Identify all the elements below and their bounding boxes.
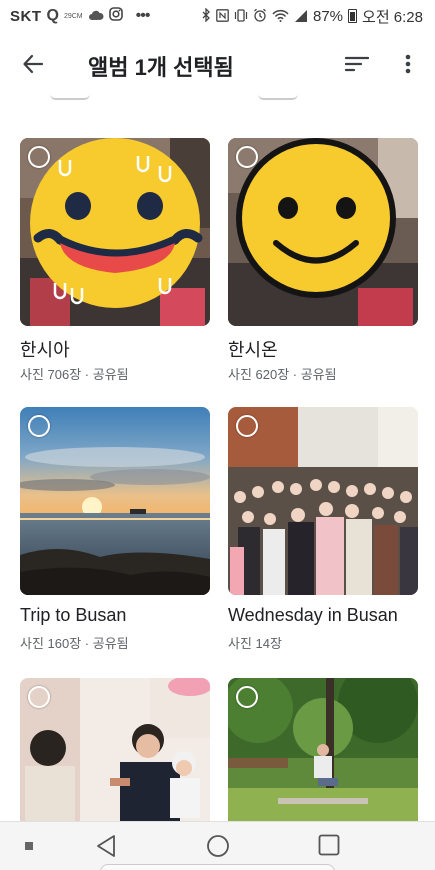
app-bar: 앨범 1개 선택됨 bbox=[0, 32, 435, 94]
select-circle[interactable] bbox=[28, 686, 50, 708]
album-thumbnail[interactable] bbox=[20, 138, 210, 326]
q-icon: Q bbox=[46, 7, 59, 24]
album-thumbnail[interactable] bbox=[20, 678, 210, 821]
album-card[interactable] bbox=[20, 678, 210, 821]
battery-icon bbox=[348, 9, 358, 23]
system-nav-bar bbox=[0, 821, 435, 870]
album-meta: 사진 160장 · 공유됨 bbox=[20, 636, 129, 651]
nfc-icon bbox=[216, 8, 229, 24]
clock: 오전 6:28 bbox=[362, 8, 423, 26]
more-options-button[interactable] bbox=[395, 49, 421, 79]
album-photo bbox=[228, 407, 418, 595]
more-dots-icon: ••• bbox=[135, 7, 151, 24]
select-circle[interactable] bbox=[28, 415, 50, 437]
gesture-handle bbox=[100, 864, 335, 870]
album-name: Trip to Busan bbox=[20, 605, 127, 625]
album-meta: 사진 706장 · 공유됨 bbox=[20, 367, 129, 382]
vibrate-icon bbox=[234, 8, 248, 24]
album-photo bbox=[20, 138, 210, 326]
bluetooth-icon bbox=[202, 7, 211, 24]
alarm-icon bbox=[253, 8, 267, 24]
arrow-back-icon bbox=[23, 54, 44, 74]
battery-percent: 87% bbox=[313, 7, 344, 25]
partial-previous-row bbox=[0, 94, 435, 106]
nav-overview-button[interactable] bbox=[318, 834, 340, 856]
album-card[interactable]: 한시아 사진 706장 · 공유됨 bbox=[20, 138, 210, 382]
select-circle[interactable] bbox=[236, 415, 258, 437]
album-thumbnail[interactable] bbox=[228, 678, 418, 821]
instagram-icon bbox=[108, 7, 123, 25]
album-name: 한시아 bbox=[20, 340, 70, 360]
album-card[interactable] bbox=[228, 678, 418, 821]
back-button[interactable] bbox=[18, 49, 48, 79]
album-thumbnail[interactable] bbox=[228, 407, 418, 595]
carrier-label: SKT bbox=[10, 7, 42, 25]
back-triangle-icon bbox=[97, 835, 115, 857]
overview-square-icon bbox=[318, 834, 340, 856]
album-card[interactable]: 한시온 사진 620장 · 공유됨 bbox=[228, 138, 418, 382]
sort-icon bbox=[345, 56, 369, 72]
album-photo bbox=[20, 407, 210, 595]
album-name: 한시온 bbox=[228, 340, 278, 360]
recents-small-button[interactable] bbox=[24, 841, 34, 851]
more-vert-icon bbox=[405, 54, 411, 74]
album-meta: 사진 620장 · 공유됨 bbox=[228, 367, 337, 382]
select-circle[interactable] bbox=[236, 686, 258, 708]
status-bar: SKT Q 29CM ••• 87% 오전 6:28 bbox=[0, 0, 435, 32]
album-card[interactable]: Wednesday in Busan 사진 14장 bbox=[228, 407, 418, 651]
album-card[interactable]: Trip to Busan 사진 160장 · 공유됨 bbox=[20, 407, 210, 651]
wifi-icon bbox=[272, 9, 289, 24]
album-photo bbox=[228, 138, 418, 326]
nav-back-button[interactable] bbox=[95, 834, 117, 858]
select-circle[interactable] bbox=[28, 146, 50, 168]
temperature-label: 29CM bbox=[63, 12, 83, 20]
album-thumbnail[interactable] bbox=[228, 138, 418, 326]
nav-home-button[interactable] bbox=[206, 834, 230, 858]
cloud-icon bbox=[88, 8, 104, 25]
signal-icon bbox=[294, 9, 308, 24]
sort-button[interactable] bbox=[342, 49, 372, 79]
recents-square-small-icon bbox=[25, 842, 33, 850]
album-thumbnail[interactable] bbox=[20, 407, 210, 595]
select-circle[interactable] bbox=[236, 146, 258, 168]
album-grid: 한시아 사진 706장 · 공유됨 한시온 사진 620장 · 공유됨 Trip… bbox=[0, 94, 435, 821]
album-meta: 사진 14장 bbox=[228, 636, 282, 651]
album-name: Wednesday in Busan bbox=[228, 605, 398, 625]
home-circle-icon bbox=[207, 835, 229, 857]
page-title: 앨범 1개 선택됨 bbox=[88, 55, 234, 80]
